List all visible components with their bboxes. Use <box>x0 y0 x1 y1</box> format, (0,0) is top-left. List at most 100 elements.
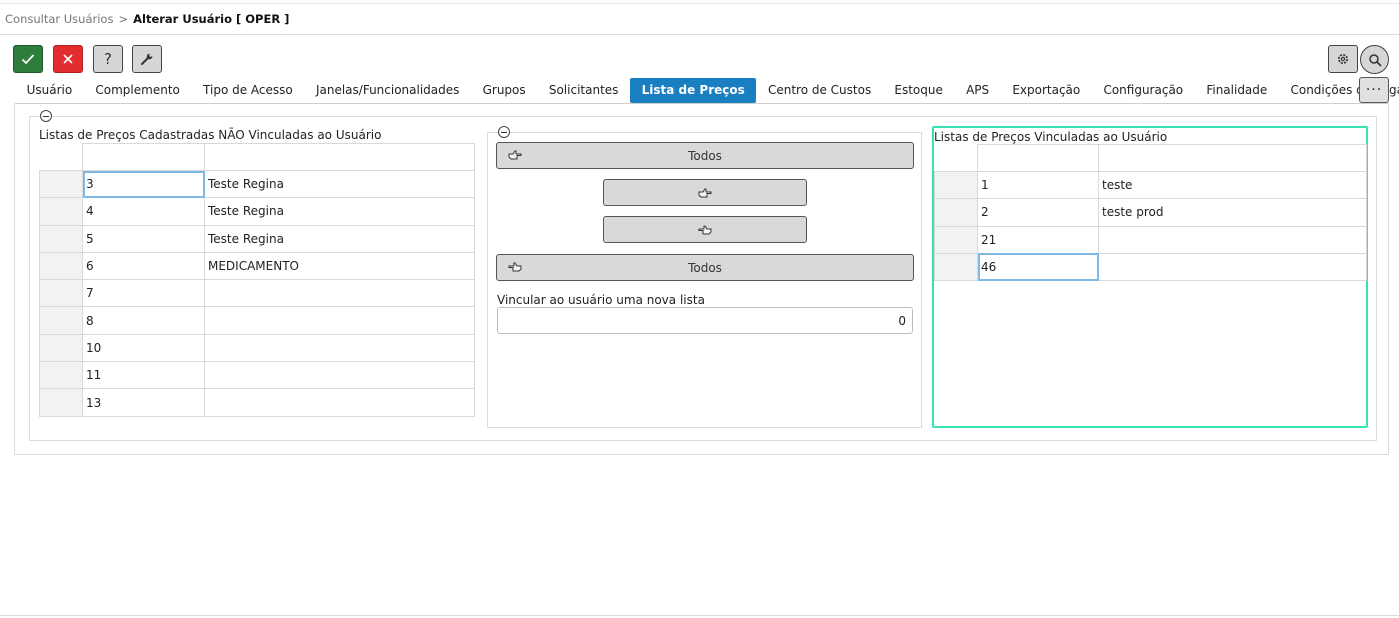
tab-bar: Usuário Complemento Tipo de Acesso Janel… <box>15 77 1399 103</box>
tab-exportacao[interactable]: Exportação <box>1001 78 1092 103</box>
cell-code[interactable]: 4 <box>82 197 205 226</box>
cell-code[interactable]: 7 <box>82 279 205 308</box>
table-row[interactable]: 46 <box>934 252 1367 282</box>
cell-name[interactable]: Teste Regina <box>204 224 475 253</box>
cell-name[interactable] <box>204 306 475 335</box>
table-row[interactable]: 2 teste prod <box>934 198 1367 227</box>
linked-lists-title: Listas de Preços Vinculadas ao Usuário <box>934 130 1168 144</box>
table-row[interactable]: 10 <box>39 333 475 363</box>
table-row[interactable]: 13 <box>39 388 475 417</box>
table-row[interactable]: 6 MEDICAMENTO <box>39 251 475 281</box>
breadcrumb-separator: > <box>118 12 129 26</box>
tab-usuario[interactable]: Usuário <box>15 78 84 103</box>
cell-name[interactable] <box>204 279 475 308</box>
close-icon <box>63 54 73 64</box>
cell-name[interactable] <box>204 333 475 363</box>
table-row[interactable]: 3 Teste Regina <box>39 169 475 199</box>
pointing-hand-right-icon <box>698 188 712 197</box>
new-list-input[interactable] <box>497 307 913 334</box>
pointing-hand-left-icon <box>698 225 712 234</box>
cell-name[interactable]: MEDICAMENTO <box>204 251 475 281</box>
cell-name[interactable] <box>204 388 475 417</box>
column-header-code[interactable] <box>82 143 205 171</box>
column-header-name[interactable] <box>204 143 475 171</box>
table-row[interactable]: 4 Teste Regina <box>39 197 475 226</box>
table-row[interactable]: 1 teste <box>934 170 1367 200</box>
column-header-name[interactable] <box>1098 144 1367 172</box>
cell-name[interactable]: Teste Regina <box>204 197 475 226</box>
cell-name[interactable] <box>204 361 475 390</box>
tab-estoque[interactable]: Estoque <box>883 78 955 103</box>
help-icon: ? <box>104 50 112 68</box>
search-button[interactable] <box>1360 45 1389 74</box>
cell-code[interactable]: 3 <box>82 169 205 199</box>
breadcrumb: Consultar Usuários > Alterar Usuário [ OPE… <box>5 12 289 28</box>
row-indicator[interactable] <box>934 198 978 227</box>
cell-code[interactable]: 46 <box>977 252 1099 282</box>
more-tabs-button[interactable]: ··· <box>1359 77 1389 103</box>
row-indicator[interactable] <box>39 169 83 199</box>
row-indicator[interactable] <box>39 197 83 226</box>
cell-code[interactable]: 2 <box>977 198 1099 227</box>
page-title: Alterar Usuário [ OPER ] <box>133 12 290 26</box>
tab-solicitantes[interactable]: Solicitantes <box>537 78 630 103</box>
row-indicator[interactable] <box>934 225 978 254</box>
collapse-icon[interactable] <box>498 126 510 138</box>
row-indicator[interactable] <box>39 361 83 390</box>
pointing-hand-left-icon <box>508 262 522 272</box>
tab-grupos[interactable]: Grupos <box>471 78 537 103</box>
tab-complemento[interactable]: Complemento <box>84 78 192 103</box>
cell-code[interactable]: 1 <box>977 170 1099 200</box>
tab-configuracao[interactable]: Configuração <box>1092 78 1195 103</box>
row-indicator[interactable] <box>39 388 83 417</box>
table-row[interactable]: 5 Teste Regina <box>39 224 475 253</box>
breadcrumb-parent-link[interactable]: Consultar Usuários <box>5 12 113 26</box>
cell-name[interactable]: Teste Regina <box>204 169 475 199</box>
settings-button[interactable] <box>1328 45 1358 73</box>
tab-lista-de-precos[interactable]: Lista de Preços <box>630 77 757 103</box>
tab-tipo-de-acesso[interactable]: Tipo de Acesso <box>191 78 304 103</box>
cell-code[interactable]: 10 <box>82 333 205 363</box>
cell-code[interactable]: 8 <box>82 306 205 335</box>
add-all-button[interactable]: Todos <box>496 142 914 169</box>
row-indicator[interactable] <box>39 279 83 308</box>
tab-janelas-funcionalidades[interactable]: Janelas/Funcionalidades <box>304 78 471 103</box>
cell-name[interactable]: teste <box>1098 170 1367 200</box>
top-divider <box>0 3 1399 4</box>
confirm-button[interactable] <box>13 45 43 73</box>
cell-code[interactable]: 21 <box>977 225 1099 254</box>
linked-lists-table: 1 teste 2 teste prod 21 46 <box>934 144 1367 282</box>
row-indicator[interactable] <box>39 224 83 253</box>
check-icon <box>21 54 35 65</box>
remove-all-button[interactable]: Todos <box>496 254 914 281</box>
row-indicator[interactable] <box>934 170 978 200</box>
row-indicator[interactable] <box>39 251 83 281</box>
cell-code[interactable]: 13 <box>82 388 205 417</box>
cell-name[interactable] <box>1098 225 1367 254</box>
cell-name[interactable]: teste prod <box>1098 198 1367 227</box>
table-row[interactable]: 7 <box>39 279 475 308</box>
cell-code[interactable]: 5 <box>82 224 205 253</box>
column-header-code[interactable] <box>977 144 1099 172</box>
table-row[interactable]: 8 <box>39 306 475 335</box>
help-button[interactable]: ? <box>93 45 123 73</box>
collapse-icon[interactable] <box>40 110 52 122</box>
cell-name[interactable] <box>1098 252 1367 282</box>
tab-centro-de-custos[interactable]: Centro de Custos <box>756 78 882 103</box>
add-all-label: Todos <box>688 148 722 163</box>
table-row[interactable]: 11 <box>39 361 475 390</box>
new-list-label: Vincular ao usuário uma nova lista <box>497 293 705 307</box>
tab-aps[interactable]: APS <box>954 78 1000 103</box>
remove-selected-button[interactable] <box>603 216 807 243</box>
cell-code[interactable]: 6 <box>82 251 205 281</box>
add-selected-button[interactable] <box>603 179 807 206</box>
tab-finalidade[interactable]: Finalidade <box>1195 78 1279 103</box>
row-indicator[interactable] <box>39 333 83 363</box>
row-indicator[interactable] <box>934 252 978 282</box>
cell-code[interactable]: 11 <box>82 361 205 390</box>
unlinked-lists-title: Listas de Preços Cadastradas NÃO Vincula… <box>39 128 382 142</box>
row-indicator[interactable] <box>39 306 83 335</box>
cancel-button[interactable] <box>53 45 83 73</box>
table-row[interactable]: 21 <box>934 225 1367 254</box>
tools-button[interactable] <box>132 45 162 73</box>
